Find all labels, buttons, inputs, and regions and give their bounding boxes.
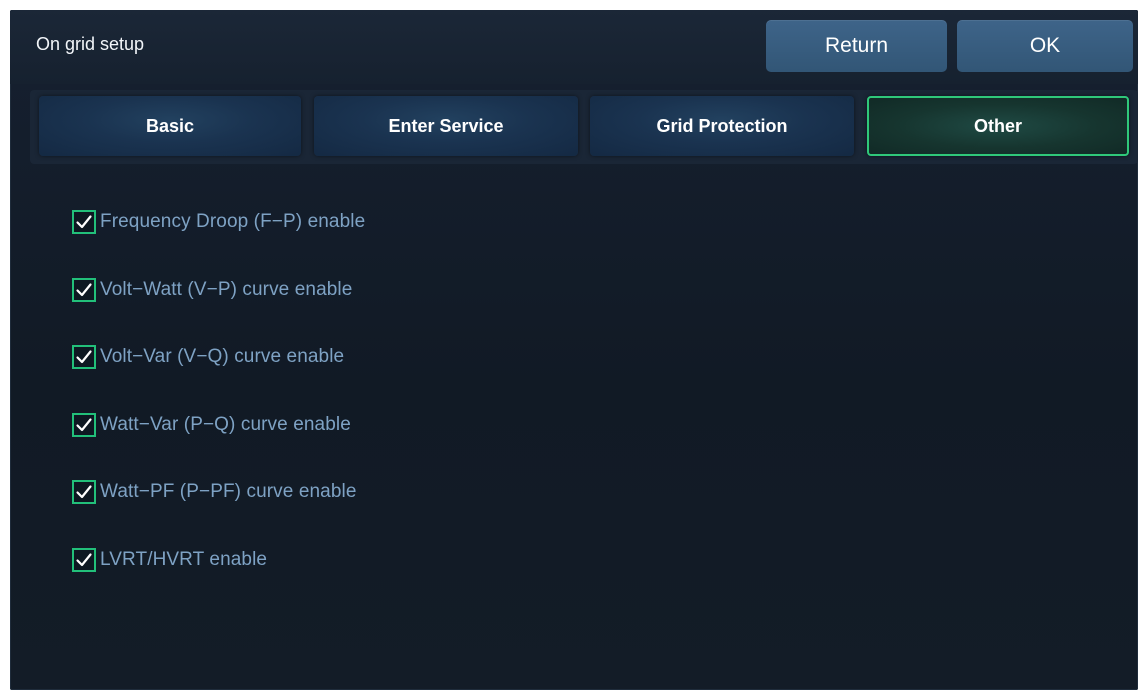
option-watt-pf[interactable]: Watt−PF (P−PF) curve enable xyxy=(72,478,356,506)
checkmark-icon xyxy=(76,485,92,499)
option-frequency-droop[interactable]: Frequency Droop (F−P) enable xyxy=(72,208,365,236)
page-title: On grid setup xyxy=(36,34,145,54)
return-button[interactable]: Return xyxy=(766,20,947,72)
option-label: Volt−Var (V−Q) curve enable xyxy=(100,346,345,367)
volt-watt-checkbox[interactable] xyxy=(72,278,96,302)
checkmark-icon xyxy=(76,418,92,432)
on-grid-setup-window: On grid setup Return OK Basic Enter Serv… xyxy=(10,10,1138,690)
option-label: LVRT/HVRT enable xyxy=(100,549,268,570)
tab-other[interactable]: Other xyxy=(867,96,1129,156)
watt-var-checkbox[interactable] xyxy=(72,413,96,437)
option-label: Watt−Var (P−Q) curve enable xyxy=(100,414,351,435)
watt-pf-checkbox[interactable] xyxy=(72,480,96,504)
option-volt-watt[interactable]: Volt−Watt (V−P) curve enable xyxy=(72,276,352,304)
option-label: Frequency Droop (F−P) enable xyxy=(100,211,366,232)
checkmark-icon xyxy=(76,553,92,567)
checkmark-icon xyxy=(76,350,92,364)
header-bar: On grid setup Return OK xyxy=(10,10,1138,84)
checkmark-icon xyxy=(76,283,92,297)
tab-enter-service[interactable]: Enter Service xyxy=(314,96,578,156)
checkmark-icon xyxy=(76,215,92,229)
options-list: Frequency Droop (F−P) enable Volt−Watt (… xyxy=(30,180,1138,680)
frequency-droop-checkbox[interactable] xyxy=(72,210,96,234)
tab-bar: Basic Enter Service Grid Protection Othe… xyxy=(30,90,1138,164)
volt-var-checkbox[interactable] xyxy=(72,345,96,369)
tab-grid-protection[interactable]: Grid Protection xyxy=(590,96,854,156)
option-watt-var[interactable]: Watt−Var (P−Q) curve enable xyxy=(72,411,351,439)
option-lvrt-hvrt[interactable]: LVRT/HVRT enable xyxy=(72,546,267,574)
ok-button[interactable]: OK xyxy=(957,20,1133,72)
option-label: Volt−Watt (V−P) curve enable xyxy=(100,279,353,300)
option-volt-var[interactable]: Volt−Var (V−Q) curve enable xyxy=(72,343,344,371)
lvrt-hvrt-checkbox[interactable] xyxy=(72,548,96,572)
option-label: Watt−PF (P−PF) curve enable xyxy=(100,481,357,502)
tab-basic[interactable]: Basic xyxy=(39,96,301,156)
